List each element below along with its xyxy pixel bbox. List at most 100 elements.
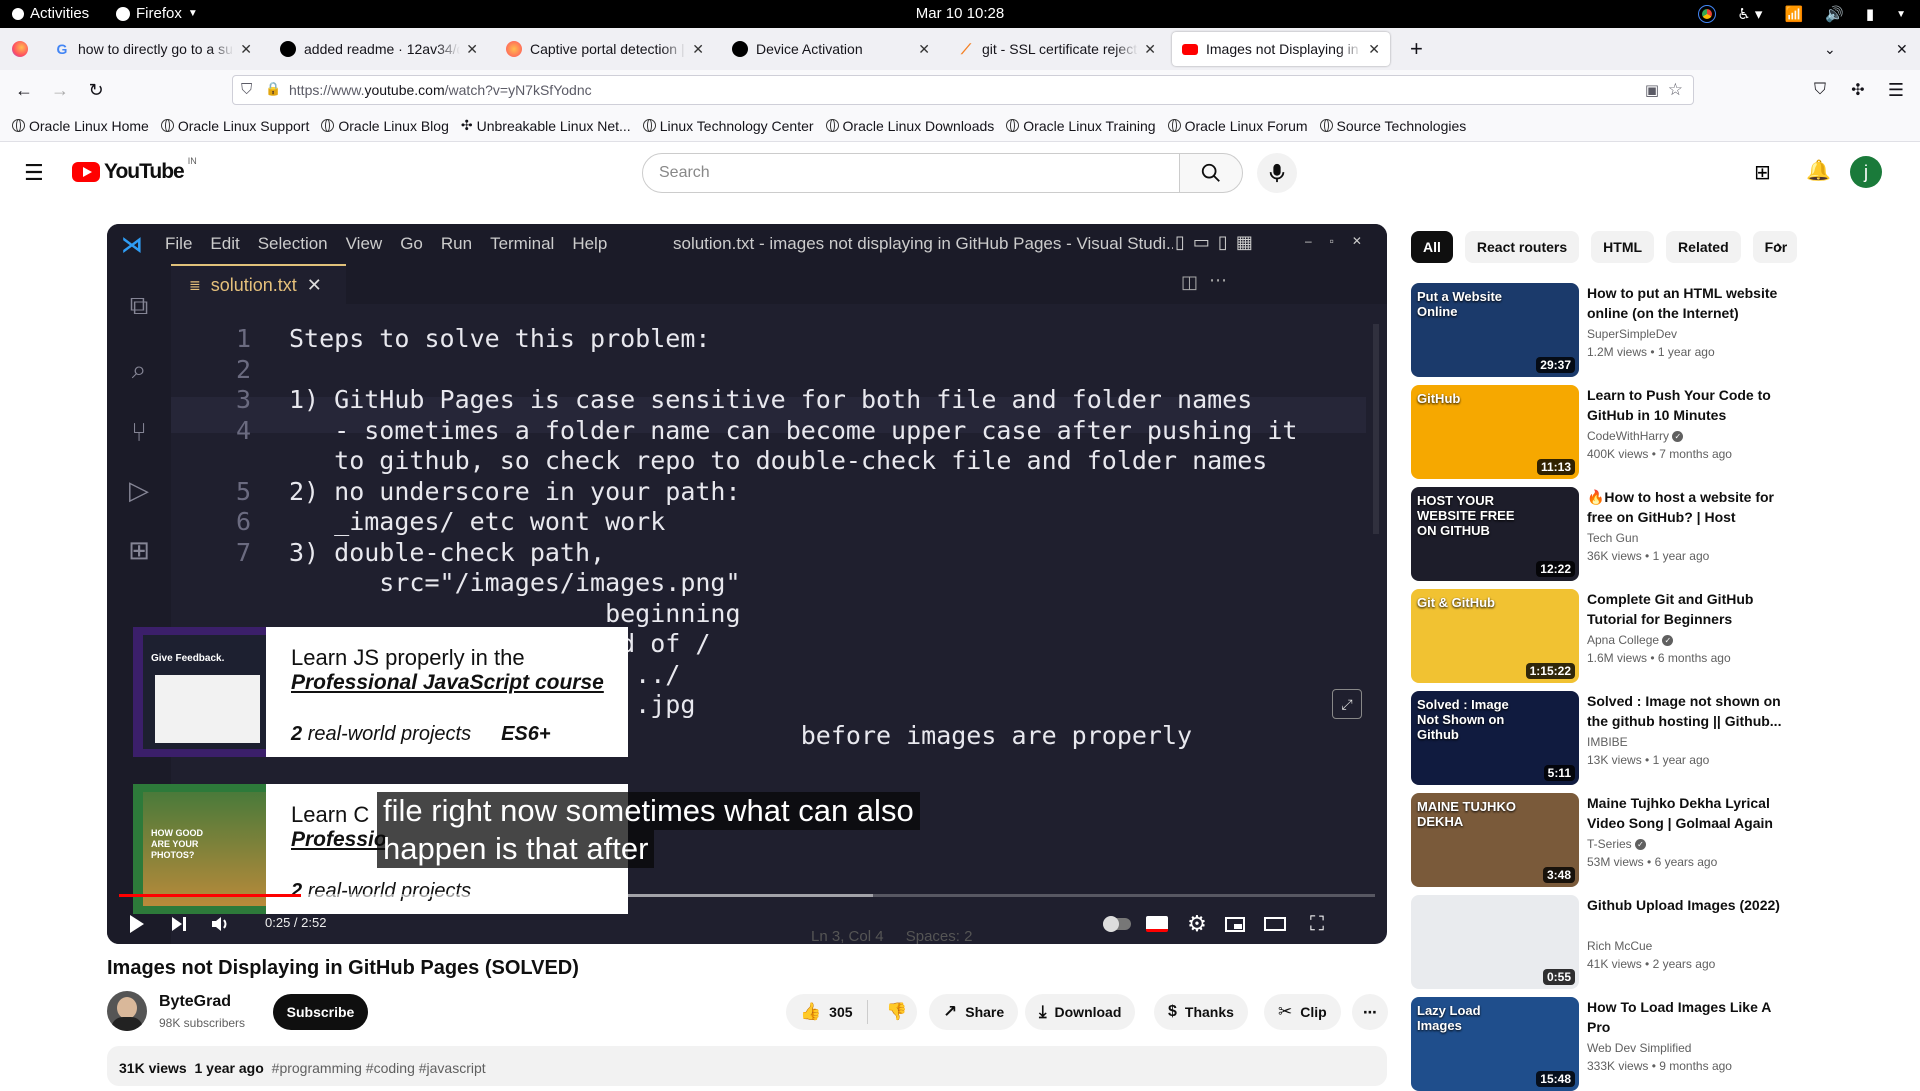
subtitles-button[interactable] xyxy=(1139,906,1175,942)
more-actions-button[interactable]: ⋯ xyxy=(1352,994,1388,1030)
bookmark-item[interactable]: Oracle Linux Forum xyxy=(1167,118,1308,134)
mute-button[interactable] xyxy=(203,906,239,942)
back-button[interactable]: ← xyxy=(10,76,38,104)
accessibility-icon[interactable]: ♿ ▾ xyxy=(1737,5,1762,23)
bookmark-item[interactable]: ✣ Unbreakable Linux Net... xyxy=(461,117,631,134)
like-button[interactable]: 👍 305 xyxy=(786,1000,868,1024)
video-title[interactable]: Learn to Push Your Code to GitHub in 10 … xyxy=(1587,385,1789,425)
reader-view-icon[interactable]: ▣ xyxy=(1645,81,1659,99)
video-thumbnail[interactable]: GitHub 11:13 xyxy=(1411,385,1579,479)
pocket-button[interactable]: ⛉ xyxy=(1806,76,1834,104)
video-title[interactable]: How To Load Images Like A Pro xyxy=(1587,997,1789,1037)
new-tab-button[interactable]: + xyxy=(1400,32,1430,66)
chevron-down-icon[interactable]: ▼ xyxy=(1896,9,1906,20)
extensions-button[interactable]: ✣ xyxy=(1844,76,1872,104)
chip-related[interactable]: Related xyxy=(1666,231,1741,263)
download-button[interactable]: ⤓ Download xyxy=(1025,994,1136,1030)
activities-button[interactable]: Activities xyxy=(12,5,89,22)
window-close-button[interactable]: ✕ xyxy=(1886,32,1916,66)
ad-card-javascript[interactable]: Give Feedback. Learn JS properly in the … xyxy=(133,627,628,757)
url-bar[interactable]: ⛉ 🔒 https://www.youtube.com/watch?v=yN7k… xyxy=(232,75,1694,105)
close-icon[interactable]: ✕ xyxy=(1144,41,1156,58)
video-title[interactable]: Complete Git and GitHub Tutorial for Beg… xyxy=(1587,589,1789,629)
chip-for-you[interactable]: For xyxy=(1752,231,1797,263)
thanks-button[interactable]: $ Thanks xyxy=(1154,994,1248,1030)
video-thumbnail[interactable]: Put a Website Online 29:37 xyxy=(1411,283,1579,377)
channel-name[interactable]: Web Dev Simplified xyxy=(1587,1041,1691,1055)
app-menu-button[interactable]: ☰ xyxy=(1882,76,1910,104)
tab-device-activation[interactable]: Device Activation ✕ xyxy=(722,32,940,66)
reload-button[interactable]: ↻ xyxy=(82,76,110,104)
search-input[interactable]: Search xyxy=(642,153,1180,193)
create-button[interactable]: ⊞ xyxy=(1754,160,1771,185)
bookmark-item[interactable]: Linux Technology Center xyxy=(642,118,814,134)
channel-name[interactable]: CodeWithHarry ✓ xyxy=(1587,429,1684,443)
channel-name[interactable]: ByteGrad xyxy=(159,993,231,1011)
url-text[interactable]: https://www.youtube.com/watch?v=yN7kSfYo… xyxy=(289,82,592,98)
chip-html[interactable]: HTML xyxy=(1591,231,1655,263)
recommended-video[interactable]: 0:55 Github Upload Images (2022) Rich McCu… xyxy=(1411,895,1791,989)
chips-next-button[interactable]: › xyxy=(1776,236,1783,259)
bookmark-item[interactable]: Oracle Linux Support xyxy=(160,118,309,134)
recommended-video[interactable]: GitHub 11:13 Learn to Push Your Code to Gi… xyxy=(1411,385,1791,479)
recommended-video[interactable]: Lazy Load Images 15:48 How To Load Images … xyxy=(1411,997,1791,1091)
list-all-tabs-button[interactable]: ⌄ xyxy=(1814,32,1844,66)
video-thumbnail[interactable]: Lazy Load Images 15:48 xyxy=(1411,997,1579,1091)
video-thumbnail[interactable]: MAINE TUJHKO DEKHA 3:48 xyxy=(1411,793,1579,887)
video-thumbnail[interactable]: Solved : Image Not Shown on Github 5:11 xyxy=(1411,691,1579,785)
chip-react-routers[interactable]: React routers xyxy=(1464,231,1580,263)
video-thumbnail[interactable]: Git & GitHub 1:15:22 xyxy=(1411,589,1579,683)
tab-youtube-active[interactable]: Images not Displaying in G ✕ xyxy=(1172,32,1390,66)
firefox-view-button[interactable] xyxy=(6,32,36,66)
close-icon[interactable]: ✕ xyxy=(1368,41,1380,58)
bookmark-star-icon[interactable]: ☆ xyxy=(1668,80,1683,100)
channel-name[interactable]: SuperSimpleDev xyxy=(1587,327,1677,341)
voice-search-button[interactable] xyxy=(1257,153,1297,193)
progress-bar[interactable] xyxy=(119,894,1375,897)
dislike-button[interactable]: 👎 xyxy=(876,1002,907,1022)
recommended-video[interactable]: Solved : Image Not Shown on Github 5:11 So… xyxy=(1411,691,1791,785)
bookmark-item[interactable]: Oracle Linux Training xyxy=(1006,118,1156,134)
clock[interactable]: Mar 10 10:28 xyxy=(916,5,1004,22)
recommended-video[interactable]: Put a Website Online 29:37 How to put an H… xyxy=(1411,283,1791,377)
tab-stackoverflow-ssl[interactable]: ⟋ git - SSL certificate reject ✕ xyxy=(948,32,1166,66)
close-icon[interactable]: ✕ xyxy=(466,41,478,58)
channel-name[interactable]: Tech Gun xyxy=(1587,531,1638,545)
tab-google-search[interactable]: G how to directly go to a su ✕ xyxy=(44,32,262,66)
video-title[interactable]: Solved : Image not shown on the github h… xyxy=(1587,691,1789,731)
chrome-icon[interactable] xyxy=(1698,5,1717,23)
bookmark-item[interactable]: Oracle Linux Home xyxy=(12,118,149,134)
channel-name[interactable]: Apna College ✓ xyxy=(1587,633,1674,647)
guide-menu-button[interactable]: ☰ xyxy=(24,160,44,186)
close-icon[interactable]: ✕ xyxy=(240,41,252,58)
video-player[interactable]: ⋊ File Edit Selection View Go Run Termin… xyxy=(107,224,1387,944)
bookmark-item[interactable]: Oracle Linux Downloads xyxy=(825,118,994,134)
play-button[interactable] xyxy=(119,906,155,942)
miniplayer-button[interactable] xyxy=(1217,906,1253,942)
picture-in-picture-button[interactable]: ⤢ xyxy=(1332,689,1362,719)
video-title[interactable]: 🔥How to host a website for free on GitHu… xyxy=(1587,487,1789,527)
subscribe-button[interactable]: Subscribe xyxy=(273,994,368,1030)
channel-name[interactable]: Rich McCue xyxy=(1587,939,1652,953)
youtube-logo[interactable]: YouTube IN xyxy=(72,156,197,184)
bookmark-item[interactable]: Source Technologies xyxy=(1319,118,1466,134)
forward-button[interactable]: → xyxy=(46,76,74,104)
video-thumbnail[interactable]: 0:55 xyxy=(1411,895,1579,989)
video-thumbnail[interactable]: HOST YOUR WEBSITE FREE ON GITHUB 12:22 xyxy=(1411,487,1579,581)
share-button[interactable]: ↗ Share xyxy=(929,994,1019,1030)
description-box[interactable]: 31K views 1 year ago #programming #codin… xyxy=(107,1046,1387,1086)
video-title[interactable]: Github Upload Images (2022) xyxy=(1587,895,1789,915)
lock-icon[interactable]: 🔒 xyxy=(265,81,281,97)
recommended-video[interactable]: Git & GitHub 1:15:22 Complete Git and GitH… xyxy=(1411,589,1791,683)
bookmark-item[interactable]: Oracle Linux Blog xyxy=(321,118,449,134)
close-icon[interactable]: ✕ xyxy=(692,41,704,58)
close-icon[interactable]: ✕ xyxy=(918,41,930,58)
channel-avatar[interactable] xyxy=(107,991,147,1031)
theater-mode-button[interactable] xyxy=(1257,906,1293,942)
avatar[interactable]: j xyxy=(1850,156,1882,188)
recommended-video[interactable]: MAINE TUJHKO DEKHA 3:48 Maine Tujhko Dekha… xyxy=(1411,793,1791,887)
clip-button[interactable]: ✂ Clip xyxy=(1264,994,1341,1030)
fullscreen-button[interactable]: ⛶ xyxy=(1299,906,1335,942)
chip-all[interactable]: All xyxy=(1411,231,1453,263)
app-menu-firefox[interactable]: Firefox ▼ xyxy=(116,5,198,22)
